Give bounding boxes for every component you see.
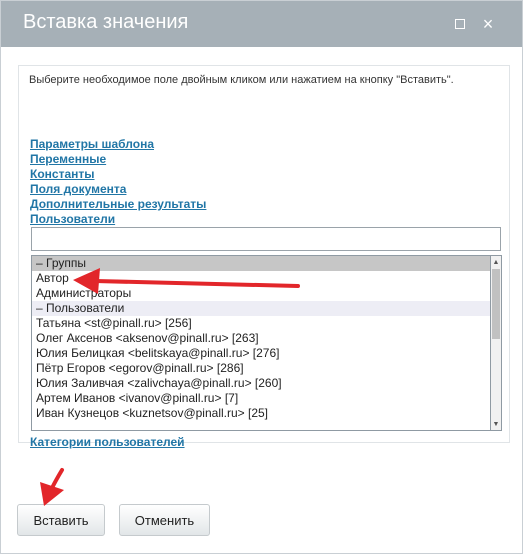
insert-button[interactable]: Вставить <box>17 504 105 536</box>
list-item[interactable]: Артем Иванов <ivanov@pinall.ru> [7] <box>32 391 490 406</box>
list-item[interactable]: Пётр Егоров <egorov@pinall.ru> [286] <box>32 361 490 376</box>
link-template-parameters[interactable]: Параметры шаблона <box>30 137 206 152</box>
link-variables[interactable]: Переменные <box>30 152 206 167</box>
search-input[interactable] <box>31 227 501 251</box>
link-additional-results[interactable]: Дополнительные результаты <box>30 197 206 212</box>
list-item[interactable]: Татьяна <st@pinall.ru> [256] <box>32 316 490 331</box>
users-listbox[interactable]: – Группы Автор Администраторы – Пользовател… <box>31 255 491 431</box>
link-constants[interactable]: Константы <box>30 167 206 182</box>
list-item[interactable]: Юлия Заливчая <zalivchaya@pinall.ru> [26… <box>32 376 490 391</box>
list-item[interactable]: Администраторы <box>32 286 490 301</box>
close-icon: × <box>482 14 494 34</box>
close-button[interactable]: × <box>479 15 497 33</box>
list-group-header[interactable]: – Группы <box>32 256 490 271</box>
scroll-down-icon[interactable]: ▼ <box>491 418 501 430</box>
maximize-button[interactable] <box>451 15 469 33</box>
insert-value-dialog: Вставка значения × Выберите необходимое … <box>0 0 523 554</box>
link-user-categories[interactable]: Категории пользователей <box>30 435 185 450</box>
link-users[interactable]: Пользователи <box>30 212 206 227</box>
listbox-scrollbar[interactable]: ▲ ▼ <box>491 255 502 431</box>
list-item[interactable]: Иван Кузнецов <kuznetsov@pinall.ru> [25] <box>32 406 490 421</box>
instruction-text: Выберите необходимое поле двойным кликом… <box>29 74 454 86</box>
list-group-header[interactable]: – Пользователи <box>32 301 490 316</box>
list-item[interactable]: Юлия Белицкая <belitskaya@pinall.ru> [27… <box>32 346 490 361</box>
dialog-titlebar[interactable]: Вставка значения × <box>1 1 522 47</box>
dialog-content: Выберите необходимое поле двойным кликом… <box>18 65 510 449</box>
maximize-icon <box>455 19 465 29</box>
scroll-thumb[interactable] <box>492 269 500 339</box>
list-item[interactable]: Олег Аксенов <aksenov@pinall.ru> [263] <box>32 331 490 346</box>
cancel-button[interactable]: Отменить <box>119 504 210 536</box>
scroll-up-icon[interactable]: ▲ <box>491 256 501 268</box>
dialog-title: Вставка значения <box>23 11 189 33</box>
field-links: Параметры шаблона Переменные Константы П… <box>30 137 206 227</box>
link-document-fields[interactable]: Поля документа <box>30 182 206 197</box>
list-item[interactable]: Автор <box>32 271 490 286</box>
